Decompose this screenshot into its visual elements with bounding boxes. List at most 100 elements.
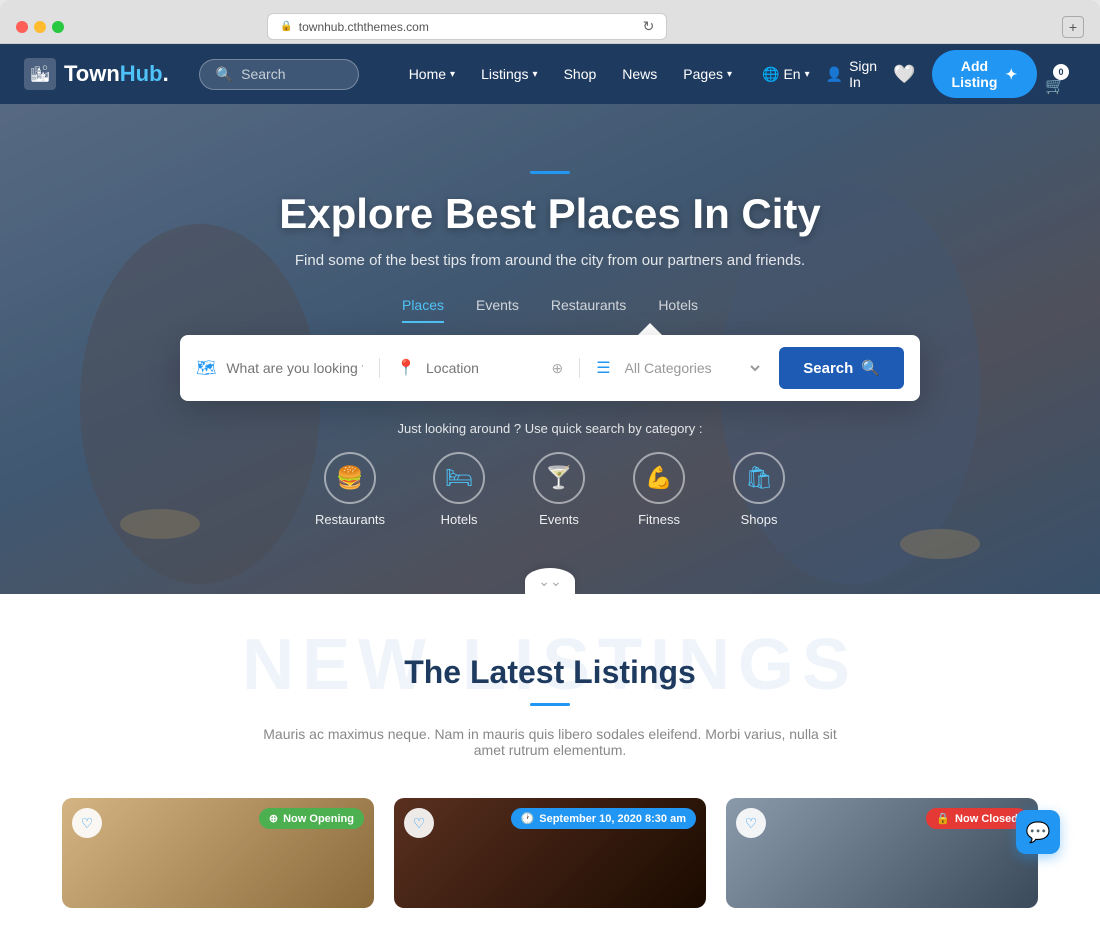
calendar-icon: 🕐 bbox=[521, 812, 535, 825]
nav-links: Home ▾ Listings ▾ Shop News Pages ▾ bbox=[399, 62, 742, 86]
quick-cat-hotels-label: Hotels bbox=[441, 512, 478, 527]
maximize-dot[interactable] bbox=[52, 21, 64, 33]
search-btn-icon: 🔍 bbox=[861, 359, 880, 377]
hero-subtitle: Find some of the best tips from around t… bbox=[40, 252, 1060, 269]
location-icon: 📍 bbox=[396, 358, 416, 378]
tab-events[interactable]: Events bbox=[476, 297, 519, 323]
globe-icon: 🌐 bbox=[762, 66, 779, 83]
badge-date: 🕐 September 10, 2020 8:30 am bbox=[511, 808, 696, 829]
scroll-down-button[interactable]: ⌄⌄ bbox=[525, 568, 575, 594]
search-box-wrapper: 🗺 📍 ⊕ ☰ All Categories Restaurants Ho bbox=[40, 335, 1060, 401]
nav-pages[interactable]: Pages ▾ bbox=[673, 62, 742, 86]
search-icon: 🗺 bbox=[196, 358, 216, 378]
chat-button[interactable]: 💬 bbox=[1016, 810, 1060, 854]
quick-cat-shops[interactable]: 🛍 Shops bbox=[733, 452, 785, 527]
shops-icon: 🛍 bbox=[733, 452, 785, 504]
quick-cat-restaurants[interactable]: 🍔 Restaurants bbox=[315, 452, 385, 527]
tab-pointer-wrapper bbox=[40, 323, 1060, 335]
site-wrapper: 🏙 TownHub. 🔍 Search Home ▾ Listings ▾ Sh… bbox=[0, 44, 1100, 948]
lock-icon: 🔒 bbox=[936, 812, 950, 825]
listing-card-2[interactable]: ♡ 🕐 September 10, 2020 8:30 am bbox=[394, 798, 706, 908]
section-divider bbox=[530, 703, 570, 706]
wishlist-button-card2[interactable]: ♡ bbox=[404, 808, 434, 838]
heart-icon: 🤍 bbox=[893, 64, 915, 84]
hero-section: Explore Best Places In City Find some of… bbox=[0, 104, 1100, 594]
quick-search-section: Just looking around ? Use quick search b… bbox=[315, 421, 785, 527]
browser-traffic-lights bbox=[16, 21, 64, 33]
hero-content: Explore Best Places In City Find some of… bbox=[0, 171, 1100, 401]
tab-restaurants[interactable]: Restaurants bbox=[551, 297, 626, 323]
address-text: townhub.cththemes.com bbox=[299, 20, 429, 34]
cart-badge: 0 bbox=[1053, 64, 1069, 80]
wishlist-button-card3[interactable]: ♡ bbox=[736, 808, 766, 838]
chat-icon: 💬 bbox=[1026, 820, 1051, 845]
quick-cat-events[interactable]: 🍸 Events bbox=[533, 452, 585, 527]
wishlist-button-card1[interactable]: ♡ bbox=[72, 808, 102, 838]
nav-right: 🌐 En ▾ 👤 Sign In 🤍 Add Listing ✦ bbox=[762, 50, 1037, 98]
search-category-field: ☰ All Categories Restaurants Hotels Even… bbox=[580, 358, 779, 378]
scroll-indicator[interactable]: ⌄⌄ bbox=[525, 568, 575, 594]
restaurant-icon: 🍔 bbox=[324, 452, 376, 504]
badge-now-opening: ⊕ Now Opening bbox=[259, 808, 364, 829]
search-what-field: 🗺 bbox=[196, 358, 380, 378]
language-selector[interactable]: 🌐 En ▾ bbox=[762, 66, 810, 83]
user-icon: 👤 bbox=[826, 66, 843, 83]
quick-cat-shops-label: Shops bbox=[741, 512, 778, 527]
refresh-icon[interactable]: ↻ bbox=[643, 18, 655, 35]
chevron-down-icon: ▾ bbox=[533, 69, 538, 80]
add-listing-button[interactable]: Add Listing ✦ bbox=[932, 50, 1038, 98]
quick-cat-hotels[interactable]: 🛏 Hotels bbox=[433, 452, 485, 527]
browser-chrome: 🔒 townhub.cththemes.com ↻ + bbox=[0, 0, 1100, 44]
quick-categories: 🍔 Restaurants 🛏 Hotels 🍸 Events 💪 Fitnes… bbox=[315, 452, 785, 527]
search-location-input[interactable] bbox=[426, 360, 541, 376]
tab-places[interactable]: Places bbox=[402, 297, 444, 323]
hotel-icon: 🛏 bbox=[433, 452, 485, 504]
search-what-input[interactable] bbox=[226, 360, 363, 376]
tab-hotels[interactable]: Hotels bbox=[658, 297, 698, 323]
search-tabs: Places Events Restaurants Hotels bbox=[40, 297, 1060, 323]
navbar: 🏙 TownHub. 🔍 Search Home ▾ Listings ▾ Sh… bbox=[0, 44, 1100, 104]
chevron-down-icon: ⌄⌄ bbox=[538, 573, 561, 590]
list-icon: ☰ bbox=[596, 358, 610, 378]
nav-news[interactable]: News bbox=[612, 62, 667, 86]
clock-icon: ⊕ bbox=[269, 812, 278, 825]
new-tab-button[interactable]: + bbox=[1062, 16, 1084, 38]
listing-card-3[interactable]: ♡ 🔒 Now Closed bbox=[726, 798, 1038, 908]
listing-cards: ♡ ⊕ Now Opening ♡ 🕐 September 10, 2020 8… bbox=[40, 798, 1060, 908]
search-location-field: 📍 ⊕ bbox=[380, 358, 580, 378]
search-btn-label: Search bbox=[803, 360, 853, 377]
sign-in-button[interactable]: 👤 Sign In bbox=[826, 58, 877, 90]
listing-card-1[interactable]: ♡ ⊕ Now Opening bbox=[62, 798, 374, 908]
nav-search-text: Search bbox=[241, 66, 285, 82]
nav-home[interactable]: Home ▾ bbox=[399, 62, 465, 86]
category-select[interactable]: All Categories Restaurants Hotels Events… bbox=[621, 359, 764, 377]
search-box: 🗺 📍 ⊕ ☰ All Categories Restaurants Ho bbox=[180, 335, 920, 401]
quick-cat-fitness-label: Fitness bbox=[638, 512, 680, 527]
minimize-dot[interactable] bbox=[34, 21, 46, 33]
wishlist-button[interactable]: 🤍 bbox=[893, 64, 915, 85]
nav-shop[interactable]: Shop bbox=[554, 62, 607, 86]
lock-icon: 🔒 bbox=[280, 21, 292, 32]
hero-title: Explore Best Places In City bbox=[40, 190, 1060, 238]
logo[interactable]: 🏙 TownHub. bbox=[24, 58, 169, 90]
quick-cat-events-label: Events bbox=[539, 512, 579, 527]
chevron-down-icon: ▾ bbox=[450, 69, 455, 80]
chevron-down-icon: ▾ bbox=[727, 69, 732, 80]
events-icon: 🍸 bbox=[533, 452, 585, 504]
nav-listings[interactable]: Listings ▾ bbox=[471, 62, 548, 86]
listings-section: NEW LISTINGS The Latest Listings Mauris … bbox=[0, 594, 1100, 948]
quick-cat-restaurants-label: Restaurants bbox=[315, 512, 385, 527]
quick-search-label: Just looking around ? Use quick search b… bbox=[315, 421, 785, 436]
cart-icon[interactable]: 🛒 0 bbox=[1045, 68, 1065, 104]
section-description: Mauris ac maximus neque. Nam in mauris q… bbox=[250, 726, 850, 758]
close-dot[interactable] bbox=[16, 21, 28, 33]
logo-icon: 🏙 bbox=[24, 58, 56, 90]
logo-text: TownHub. bbox=[64, 61, 169, 87]
quick-cat-fitness[interactable]: 💪 Fitness bbox=[633, 452, 685, 527]
search-button[interactable]: Search 🔍 bbox=[779, 347, 904, 389]
section-title: The Latest Listings bbox=[40, 654, 1060, 691]
address-bar[interactable]: 🔒 townhub.cththemes.com ↻ bbox=[267, 13, 667, 40]
nav-search-bar[interactable]: 🔍 Search bbox=[199, 59, 359, 90]
tab-pointer bbox=[638, 323, 662, 335]
target-icon: ⊕ bbox=[551, 360, 563, 377]
